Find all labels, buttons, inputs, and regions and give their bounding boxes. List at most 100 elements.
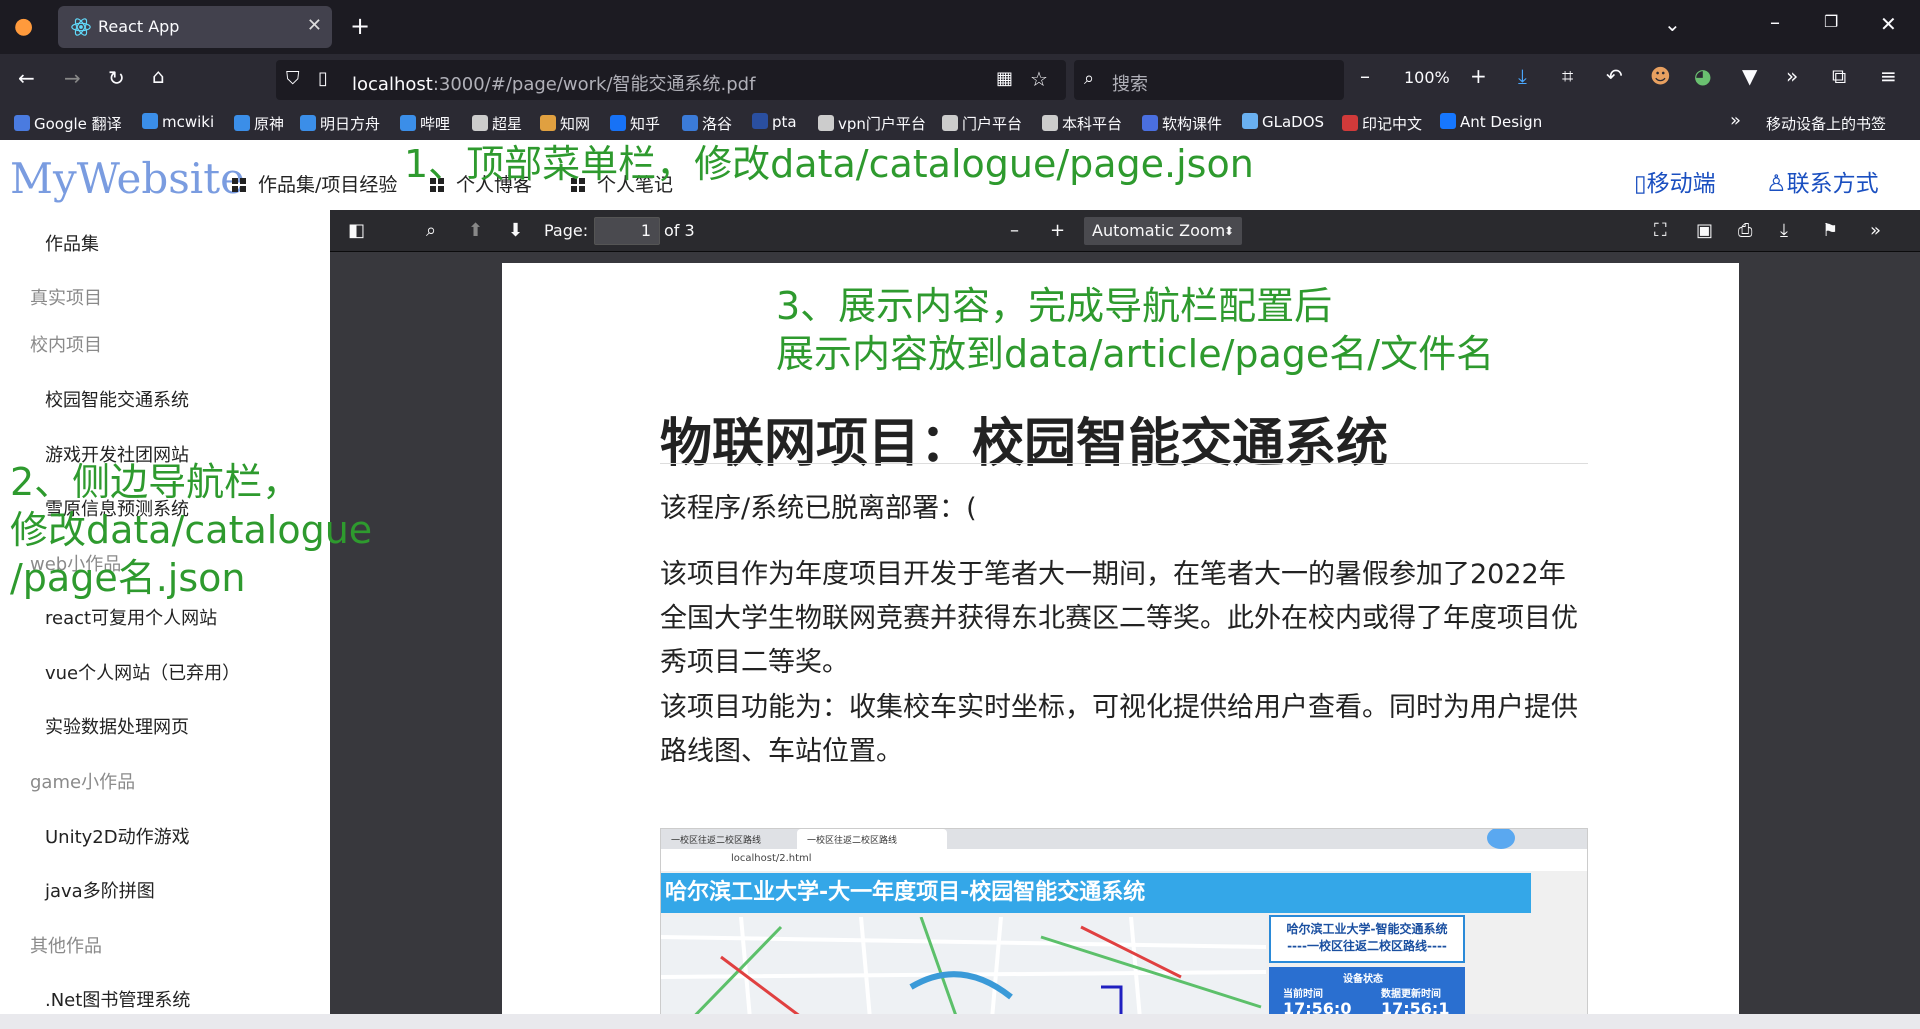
bookmark-icon[interactable]: ⚑ [1822,220,1838,241]
presentation-mode-icon[interactable]: ⛶ [1654,220,1667,241]
mobile-icon: ▯ [1634,171,1647,197]
undo-icon[interactable]: ↶ [1606,64,1623,88]
more-bookmarks-icon[interactable]: » [1730,110,1741,131]
menu-icon[interactable]: ≡ [1880,64,1897,88]
horizontal-scrollbar[interactable] [0,1014,1920,1029]
bookmark-star-icon[interactable]: ☆ [1030,67,1048,91]
open-file-icon[interactable]: ▣ [1696,220,1713,241]
bookmark-item[interactable]: 明日方舟 [300,113,380,134]
paragraph: 该项目作为年度项目开发于笔者大一期间，在笔者大一的暑假参加了2022年全国大学生… [660,559,1578,678]
annotation-sidebar-1: 2、侧边导航栏， [10,460,301,504]
zoom-in-icon[interactable]: + [1470,64,1487,88]
bookmark-item[interactable]: 本科平台 [1042,113,1122,134]
sidebar-item[interactable]: 作品集 [45,230,99,256]
sidebar-item[interactable]: Unity2D动作游戏 [45,823,190,849]
annotation-sidebar-3: /page名.json [10,556,246,600]
map-graphic [661,916,1267,1028]
window-close-icon[interactable]: ✕ [1880,12,1897,36]
bookmark-item[interactable]: 知乎 [610,113,660,134]
react-icon [71,18,91,36]
topmenu-works[interactable]: 作品集/项目经验 [232,170,397,197]
sidebar-item[interactable]: .Net图书管理系统 [45,986,190,1012]
bookmark-item[interactable]: 门户平台 [942,113,1022,134]
bookmark-favicon-icon [1440,113,1456,129]
extensions-icon[interactable]: ⧉ [1832,64,1846,88]
bookmark-label: 门户平台 [962,115,1023,133]
address-bar[interactable]: ⛉ ▯ localhost:3000/#/page/work/智能交通系统.pd… [276,60,1066,100]
sidebar-toggle-icon[interactable]: ◧ [348,220,365,241]
search-bar[interactable]: ⌕ 搜索 [1074,60,1344,100]
embedded-tab: 一校区往返二校区路线 [671,836,762,846]
close-tab-icon[interactable]: ✕ [307,15,322,36]
reload-icon[interactable]: ↻ [108,66,125,90]
embedded-tab-active: 一校区往返二校区路线 [797,829,947,849]
annotation-content-2: 展示内容放到data/article/page名/文件名 [776,332,1495,376]
extension-avatar-icon[interactable]: ☻ [1650,64,1671,88]
bookmark-favicon-icon [234,115,250,131]
select-arrows-icon: ⬍ [1223,224,1234,238]
zoom-select[interactable]: Automatic Zoom ⬍ [1084,217,1242,245]
browser-tab[interactable]: React App ✕ [58,6,332,48]
forward-icon[interactable]: → [64,66,81,90]
panel-subtitle: ----一校区往返二校区路线---- [1287,939,1447,953]
bookmark-label: GLaDOS [1262,113,1325,131]
bookmark-favicon-icon [1042,115,1058,131]
bookmark-item[interactable]: 知网 [540,113,590,134]
tools-icon[interactable]: » [1870,220,1881,241]
zoom-in-icon[interactable]: + [1050,220,1065,241]
zoom-out-icon[interactable]: – [1010,220,1019,241]
new-tab-icon[interactable]: + [350,12,370,40]
bookmark-favicon-icon [752,113,768,129]
paragraph: 该程序/系统已脱离部署：( [660,493,977,524]
search-placeholder: 搜索 [1112,74,1148,95]
bookmark-item[interactable]: 哔哩 [400,113,450,134]
sidebar-item[interactable]: 实验数据处理网页 [45,713,189,739]
url-text[interactable]: localhost:3000/#/page/work/智能交通系统.pdf [352,70,755,96]
shield-icon[interactable]: ⛉ [286,68,300,89]
sidebar-group-label: 校内项目 [30,335,102,356]
mobile-bookmarks[interactable]: 移动设备上的书签 [1766,113,1886,134]
more-tools-icon[interactable]: » [1786,64,1798,88]
qr-code-icon[interactable]: ▦ [996,68,1013,89]
back-icon[interactable]: ← [18,66,35,90]
bookmark-item[interactable]: GLaDOS [1242,113,1324,131]
chevron-down-icon[interactable]: ⌄ [1664,12,1681,36]
bookmark-item[interactable]: Ant Design [1440,113,1542,131]
print-icon[interactable]: ⎙ [1738,220,1752,241]
home-icon[interactable]: ⌂ [152,64,165,88]
sidebar-item[interactable]: vue个人网站（已弃用） [45,659,240,685]
zoom-level[interactable]: 100% [1404,68,1450,87]
vue-devtools-icon[interactable]: ▼ [1742,64,1757,88]
bookmark-item[interactable]: pta [752,113,797,131]
zoom-out-icon[interactable]: – [1360,64,1370,88]
site-logo[interactable]: MyWebsite [10,154,245,203]
page-icon[interactable]: ▯ [318,68,328,89]
sidebar-item[interactable]: 校园智能交通系统 [45,386,189,412]
mobile-link[interactable]: ▯移动端 [1634,164,1716,198]
page-count: of 3 [664,221,695,240]
page-number-input[interactable]: 1 [594,217,660,245]
download-icon[interactable]: ⤓ [1518,64,1527,88]
bookmark-label: 印记中文 [1362,115,1423,133]
bookmark-item[interactable]: 软构课件 [1142,113,1222,134]
extension-color-icon[interactable]: ◕ [1694,64,1711,88]
bookmark-item[interactable]: 原神 [234,113,284,134]
bookmark-item[interactable]: 印记中文 [1342,113,1422,134]
bookmark-item[interactable]: 超星 [472,113,522,134]
bookmark-item[interactable]: mcwiki [142,113,214,131]
next-page-icon[interactable]: ⬇ [508,220,523,241]
restore-icon[interactable]: ❐ [1824,12,1838,31]
contact-link[interactable]: ♙联系方式 [1766,164,1879,198]
save-icon[interactable]: ⤓ [1780,220,1788,241]
sidebar-item[interactable]: react可复用个人网站 [45,604,217,630]
bookmark-item[interactable]: Google 翻译 [14,113,122,134]
bookmark-item[interactable]: 洛谷 [682,113,732,134]
bookmark-favicon-icon [300,115,316,131]
minimize-icon[interactable]: – [1770,10,1780,34]
sidebar-item[interactable]: java多阶拼图 [45,877,155,903]
find-icon[interactable]: ⌕ [426,220,436,241]
bookmark-item[interactable]: vpn门户平台 [818,113,926,134]
firefox-icon[interactable]: ● [14,14,33,39]
previous-page-icon[interactable]: ⬆ [468,220,483,241]
crop-icon[interactable]: ⌗ [1562,64,1573,88]
